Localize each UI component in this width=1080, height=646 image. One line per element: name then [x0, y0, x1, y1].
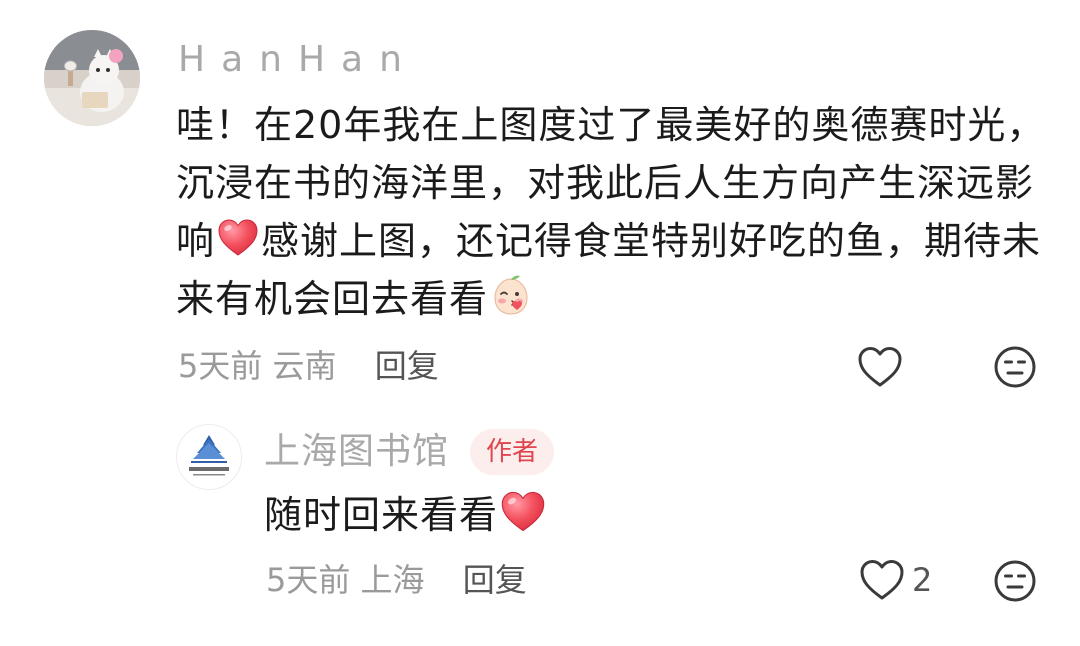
user-avatar[interactable]: [44, 30, 140, 126]
reply-text: 随时回来看看: [264, 488, 548, 542]
red-heart-emoji: [216, 216, 260, 260]
blushing-peach-emoji: [494, 275, 528, 315]
reply-like-button[interactable]: 2: [858, 556, 932, 604]
comment-meta: 5天前 云南 回复: [178, 346, 439, 386]
red-heart-emoji: [499, 488, 547, 536]
reply-location: 上海: [360, 561, 425, 599]
comment-line-4: 来有机会回去看看: [176, 270, 1046, 328]
comment-time: 5天前: [178, 347, 263, 385]
reply-author-name[interactable]: 上海图书馆: [264, 430, 449, 474]
reply-reply-button[interactable]: 回复: [463, 561, 527, 599]
comment-location: 云南: [272, 347, 337, 385]
comment-like-button[interactable]: [856, 343, 904, 391]
heart-outline-icon: [856, 343, 904, 391]
neutral-face-icon[interactable]: [993, 559, 1037, 603]
comment-line-4a: 来有机会回去看看: [176, 277, 489, 321]
comment-text: 哇！在20年我在上图度过了最美好的奥德赛时光， 沉浸在书的海洋里，对我此后人生方…: [176, 96, 1046, 328]
reply-like-count: 2: [912, 561, 933, 599]
heart-outline-icon: [858, 556, 906, 604]
comment-line-3a: 响: [176, 219, 216, 263]
comment-line-3b: 感谢上图，还记得食堂特别好吃的鱼，期待未: [261, 219, 1042, 263]
library-logo-avatar[interactable]: [176, 424, 242, 490]
neutral-face-icon[interactable]: [993, 345, 1037, 389]
comment-reply-button[interactable]: 回复: [375, 347, 439, 385]
comment-line-1: 哇！在20年我在上图度过了最美好的奥德赛时光，: [176, 103, 1046, 147]
comment-username[interactable]: HanHan: [178, 38, 418, 82]
reply-text-content: 随时回来看看: [264, 493, 499, 537]
reply-meta: 5天前 上海 回复: [266, 560, 527, 600]
author-badge: 作者: [470, 429, 555, 475]
comment-line-2: 沉浸在书的海洋里，对我此后人生方向产生深远影: [176, 161, 1035, 205]
comment-line-3: 响 感谢上图，还记得食堂特别好吃的鱼，期待未: [176, 212, 1046, 270]
reply-time: 5天前: [266, 561, 351, 599]
